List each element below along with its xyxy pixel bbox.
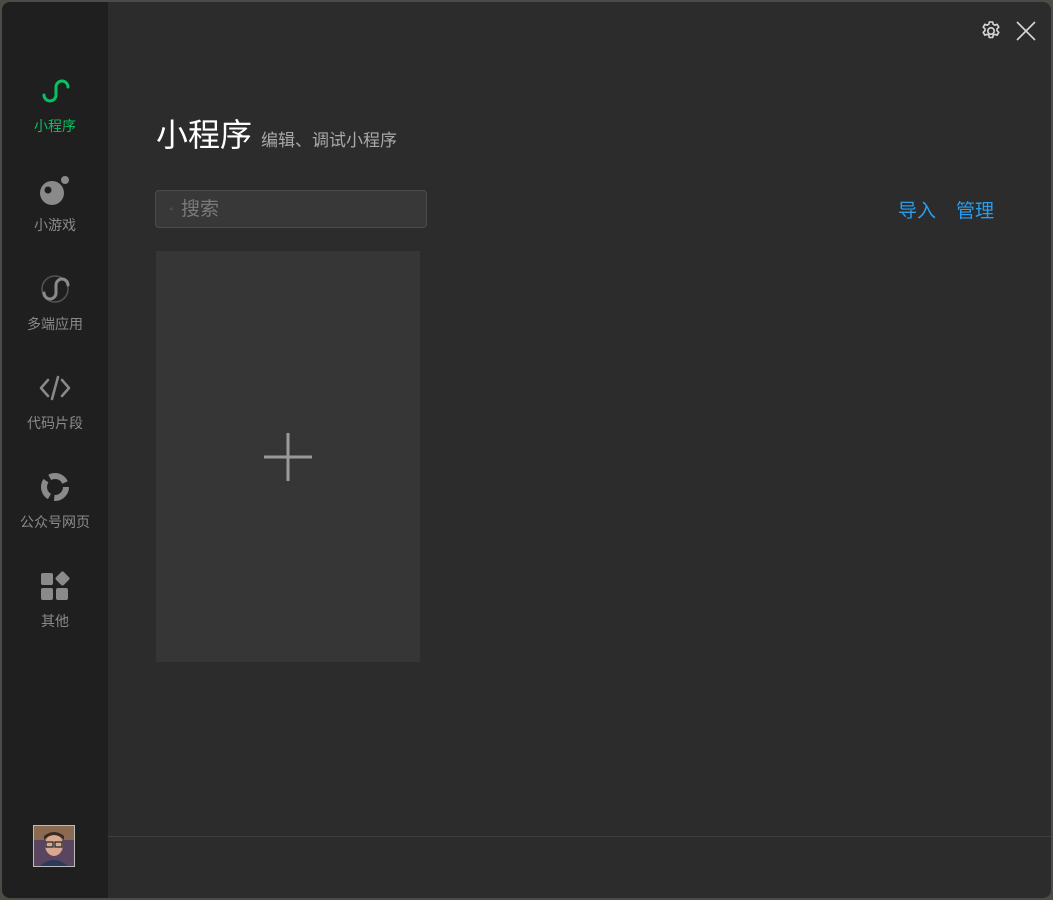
sidebar-item-label: 小游戏	[34, 218, 76, 234]
code-snippet-icon	[38, 371, 72, 405]
sidebar-item-label: 其他	[41, 614, 69, 630]
settings-button[interactable]	[980, 20, 1002, 42]
page-subtitle: 编辑、调试小程序	[261, 131, 397, 151]
other-apps-icon	[38, 569, 72, 603]
sidebar-item-label: 公众号网页	[20, 515, 90, 531]
sidebar-item-label: 小程序	[34, 119, 76, 135]
sidebar-item-label: 代码片段	[27, 416, 83, 432]
official-account-web-icon	[38, 470, 72, 504]
multi-platform-icon	[38, 272, 72, 306]
sidebar-item-label: 多端应用	[27, 317, 83, 333]
main-panel: 小程序 编辑、调试小程序 导入 管理	[108, 2, 1051, 898]
import-link[interactable]: 导入	[898, 196, 936, 223]
footer-divider	[108, 836, 1051, 837]
search-icon	[170, 207, 173, 211]
sidebar-item-other[interactable]: 其他	[2, 557, 108, 637]
sidebar-item-mini-program[interactable]: 小程序	[2, 62, 108, 142]
add-project-card[interactable]	[156, 251, 420, 662]
sidebar-item-mini-game[interactable]: 小游戏	[2, 161, 108, 241]
search-box[interactable]	[155, 190, 427, 228]
sidebar-item-code-snippet[interactable]: 代码片段	[2, 359, 108, 439]
page-title: 小程序	[156, 116, 253, 154]
close-button[interactable]	[1014, 19, 1038, 43]
sidebar-item-official-account-web[interactable]: 公众号网页	[2, 458, 108, 538]
sidebar-item-multi-platform[interactable]: 多端应用	[2, 260, 108, 340]
plus-icon	[264, 433, 312, 481]
avatar[interactable]	[33, 825, 75, 867]
close-icon	[1016, 21, 1036, 41]
mini-program-icon	[38, 74, 72, 108]
gear-icon	[982, 21, 1000, 39]
sidebar: 小程序 小游戏 多端应用 代码片段 公众号网页 其他	[2, 2, 108, 898]
mini-game-icon	[38, 173, 72, 207]
manage-link[interactable]: 管理	[956, 196, 994, 223]
search-input[interactable]	[179, 197, 426, 221]
app-window: 小程序 小游戏 多端应用 代码片段 公众号网页 其他 小程序 编辑、调试小程序 …	[2, 2, 1051, 898]
